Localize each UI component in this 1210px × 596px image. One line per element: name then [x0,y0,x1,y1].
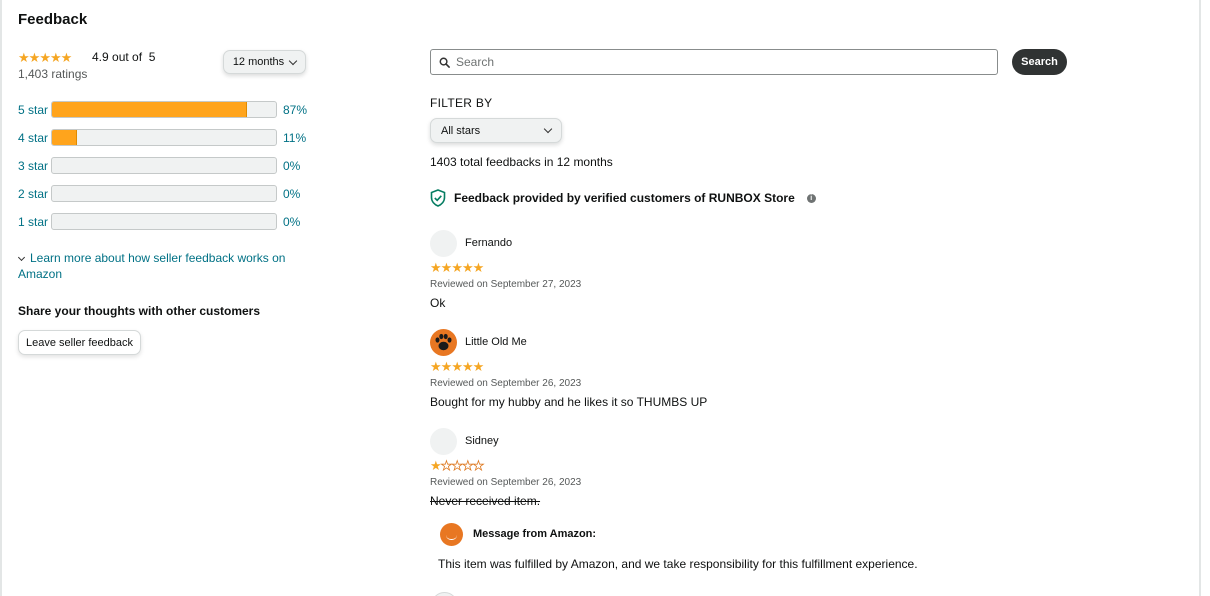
search-button[interactable]: Search [1012,49,1067,75]
leave-feedback-button[interactable]: Leave seller feedback [18,330,141,355]
star-icon: ★ [451,260,463,275]
avatar [431,592,458,596]
ratings-count: 1,403 ratings [18,67,88,81]
histogram-percent[interactable]: 87% [283,103,307,117]
review-date: Reviewed on September 26, 2023 [430,378,582,389]
verified-notice: Feedback provided by verified customers … [430,189,816,207]
histogram-label[interactable]: 1 star [18,215,48,229]
reviewer-name: Fernando [465,237,513,249]
histogram-row-2[interactable]: 2 star 0% [18,185,318,203]
star-icon: ★ [39,50,51,65]
page-border-left [0,0,2,596]
star-icon: ★ [60,50,73,65]
share-heading: Share your thoughts with other customers [18,304,261,318]
search-field[interactable] [430,49,998,75]
histogram-percent[interactable]: 0% [283,215,300,229]
chevron-down-icon [543,124,553,134]
histogram-row-5[interactable]: 5 star 87% [18,101,318,119]
histogram-percent[interactable]: 11% [283,131,306,145]
message-title: Message from Amazon: [473,528,597,540]
histogram-label[interactable]: 4 star [18,131,48,145]
histogram-label[interactable]: 3 star [18,159,48,173]
histogram-label[interactable]: 5 star [18,103,48,117]
search-icon [439,57,450,68]
review-text: Bought for my hubby and he likes it so T… [430,395,708,409]
histogram-row-1[interactable]: 1 star 0% [18,213,318,231]
histogram-label[interactable]: 2 star [18,187,48,201]
histogram-row-4[interactable]: 4 star 11% [18,129,318,147]
star-filter-dropdown[interactable]: All stars [430,118,562,143]
histogram-row-3[interactable]: 3 star 0% [18,157,318,175]
star-icon: ★ [451,458,463,473]
review-text: Ok [430,296,446,310]
rating-text: 4.9 out of [92,50,143,64]
reviewer-name: Sidney [465,435,499,447]
star-icon: ★ [440,458,452,473]
rating-max: 5 [148,50,156,64]
chevron-down-icon [17,253,26,262]
star-icon: ★ [472,260,485,275]
star-icon: ★ [18,50,30,65]
review-star-rating: ★ ★ ★ ★ ★ [430,260,485,275]
review-date: Reviewed on September 27, 2023 [430,279,582,290]
histogram-fill [52,130,77,145]
star-icon: ★ [28,50,41,65]
histogram-bar [51,185,277,202]
page-title: Feedback [18,11,88,28]
summary-star-rating: ★ ★ ★ ★ ★ [18,50,73,65]
avatar [430,428,457,455]
histogram-bar [51,213,277,230]
star-icon: ★ [472,359,485,374]
verified-text: Feedback provided by verified customers … [454,191,795,205]
shield-check-icon [430,189,446,207]
star-icon: ★ [461,359,474,374]
histogram-fill [52,102,247,117]
histogram-percent[interactable]: 0% [283,187,300,201]
page-border-right [1199,0,1201,596]
star-icon: ★ [440,260,453,275]
star-icon: ★ [461,458,474,473]
histogram-bar [51,101,277,118]
star-icon: ★ [461,260,474,275]
review-date: Reviewed on September 26, 2023 [430,477,582,488]
histogram-bar [51,157,277,174]
review-star-rating: ★ ★ ★ ★ ★ [430,458,485,473]
star-icon: ★ [430,260,442,275]
filter-heading: FILTER BY [430,96,493,110]
chevron-down-icon [288,56,298,65]
review-star-rating: ★ ★ ★ ★ ★ [430,359,485,374]
learn-more-link[interactable]: Learn more about how seller feedback wor… [18,251,285,281]
histogram-percent[interactable]: 0% [283,159,300,173]
total-feedback-count: 1403 total feedbacks in 12 months [430,155,613,169]
info-icon[interactable]: i [806,193,816,203]
message-body: This item was fulfilled by Amazon, and w… [438,557,918,571]
paw-print-icon [435,333,452,351]
period-dropdown[interactable]: 12 months [223,50,306,74]
avatar [430,329,457,356]
amazon-logo-icon [440,523,463,546]
star-filter-label: All stars [441,124,481,137]
star-icon: ★ [472,458,484,473]
star-icon: ★ [430,458,442,473]
period-dropdown-label: 12 months [232,56,285,68]
reviewer-name: Little Old Me [465,336,527,348]
star-icon: ★ [430,359,442,374]
learn-more-expander[interactable]: Learn more about how seller feedback wor… [17,250,288,282]
avatar [430,230,457,257]
search-input[interactable] [456,55,976,69]
star-icon: ★ [451,359,463,374]
review-text: Never received item. [430,494,541,508]
amazon-message: Message from Amazon: This item was fulfi… [438,522,940,582]
histogram-bar [51,129,277,146]
star-icon: ★ [440,359,453,374]
rating-summary: 4.9 out of 5 [92,50,155,64]
star-icon: ★ [49,50,62,65]
